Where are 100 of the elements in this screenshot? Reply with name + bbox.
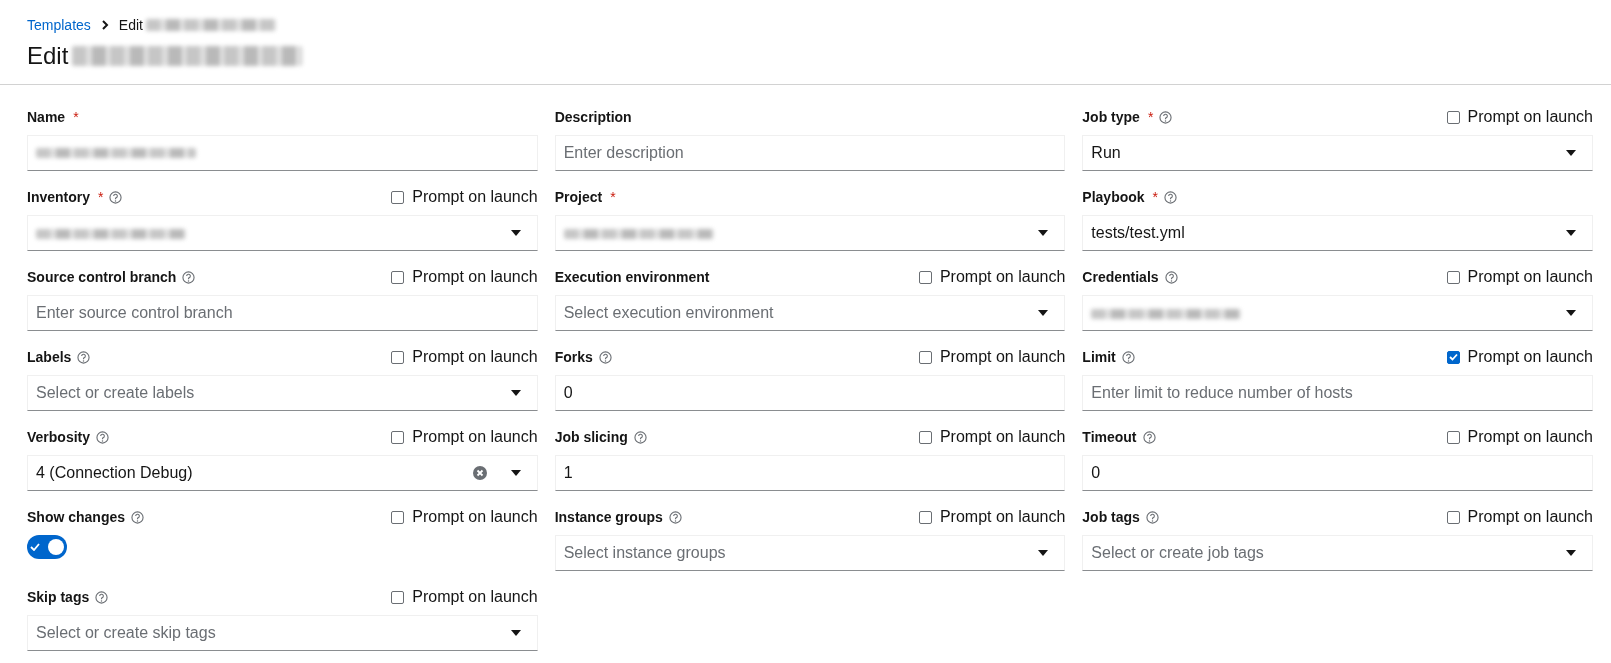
toggle-switch[interactable] — [27, 535, 67, 559]
required-mark: * — [1147, 109, 1154, 125]
checkbox-label: Prompt on launch — [1467, 508, 1593, 526]
checkbox-label: Prompt on launch — [939, 428, 1066, 446]
select-placeholder: Select instance groups — [563, 544, 727, 562]
caret-down-icon — [1566, 150, 1576, 156]
checkbox-label: Prompt on launch — [939, 268, 1066, 286]
select-placeholder: Select or create job tags — [1091, 544, 1265, 562]
clear-icon[interactable] — [472, 466, 487, 480]
select-field[interactable] — [1082, 295, 1593, 331]
field-label: Description — [554, 109, 632, 125]
help-icon[interactable] — [131, 510, 145, 524]
caret-down-icon — [1566, 230, 1576, 236]
text-field[interactable]: 0 — [1082, 455, 1593, 491]
checkbox[interactable] — [918, 510, 932, 524]
required-mark: * — [610, 189, 616, 205]
checkbox-label: Prompt on launch — [1467, 428, 1593, 446]
field-label: Source control branch — [27, 269, 177, 285]
help-icon[interactable] — [1145, 510, 1159, 524]
field-label: Timeout — [1082, 429, 1137, 445]
checkbox[interactable] — [391, 350, 405, 364]
checkbox[interactable] — [1446, 270, 1460, 284]
checkbox[interactable] — [918, 430, 932, 444]
select-field[interactable]: tests/test.yml — [1082, 215, 1593, 251]
help-icon[interactable] — [633, 430, 647, 444]
field-label: Job tags — [1082, 509, 1140, 525]
select-field[interactable]: Select or create labels — [27, 375, 538, 411]
caret-down-icon — [510, 630, 521, 636]
help-icon[interactable] — [1142, 430, 1156, 444]
caret-down-icon — [510, 230, 521, 236]
checkbox-label: Prompt on launch — [412, 268, 538, 286]
checkbox[interactable] — [1446, 430, 1460, 444]
help-icon[interactable] — [109, 190, 123, 204]
checkbox[interactable] — [918, 270, 932, 284]
select-value: 4 (Connection Debug) — [36, 464, 194, 482]
help-icon[interactable] — [598, 350, 612, 364]
caret-down-icon — [1038, 310, 1049, 316]
text-field[interactable]: Enter source control branch — [27, 295, 538, 331]
field-label: Skip tags — [27, 589, 90, 605]
caret-down-icon — [1038, 550, 1049, 556]
select-field[interactable]: Select instance groups — [554, 535, 1066, 571]
checkbox-label: Prompt on launch — [412, 348, 538, 366]
field-label: Project — [554, 189, 603, 205]
help-icon[interactable] — [95, 590, 109, 604]
help-icon[interactable] — [77, 350, 91, 364]
select-field[interactable]: Run — [1082, 135, 1593, 171]
field-label: Execution environment — [554, 269, 710, 285]
select-placeholder: Select or create labels — [36, 384, 196, 402]
field-label: Job slicing — [554, 429, 628, 445]
help-icon[interactable] — [96, 430, 110, 444]
caret-down-icon — [510, 390, 521, 396]
field-label: Verbosity — [27, 429, 91, 445]
checkbox-label: Prompt on launch — [1467, 268, 1593, 286]
caret-down-icon — [1566, 550, 1576, 556]
field-label: Limit — [1082, 349, 1116, 365]
text-field[interactable]: 1 — [554, 455, 1066, 491]
select-field[interactable]: Select execution environment — [554, 295, 1066, 331]
checkbox-label: Prompt on launch — [412, 508, 538, 526]
help-icon[interactable] — [182, 270, 196, 284]
check-icon — [30, 543, 40, 551]
required-mark: * — [1152, 189, 1159, 205]
checkbox-label: Prompt on launch — [412, 188, 538, 206]
select-placeholder: Select execution environment — [563, 304, 775, 322]
chevron-right-icon — [100, 20, 109, 30]
help-icon[interactable] — [668, 510, 682, 524]
field-label: Credentials — [1082, 269, 1159, 285]
checkbox[interactable] — [391, 430, 405, 444]
field-label: Forks — [554, 349, 593, 365]
select-field[interactable] — [27, 215, 538, 251]
checkbox-label: Prompt on launch — [412, 428, 538, 446]
field-label: Inventory — [27, 189, 90, 205]
select-field[interactable]: Select or create skip tags — [27, 615, 538, 651]
help-icon[interactable] — [1164, 190, 1178, 204]
checkbox[interactable] — [1446, 110, 1460, 124]
checkbox-label: Prompt on launch — [1467, 108, 1593, 126]
checkbox[interactable] — [391, 510, 405, 524]
select-field[interactable]: 4 (Connection Debug) — [27, 455, 538, 491]
help-icon[interactable] — [1121, 350, 1135, 364]
checkbox[interactable] — [391, 190, 405, 204]
field-label: Playbook — [1082, 189, 1145, 205]
caret-down-icon — [510, 470, 521, 476]
checkbox[interactable] — [1446, 350, 1460, 364]
text-field[interactable]: Enter limit to reduce number of hosts — [1082, 375, 1593, 411]
checkbox-label: Prompt on launch — [412, 588, 538, 606]
field-label: Job type — [1082, 109, 1140, 125]
help-icon[interactable] — [1159, 110, 1173, 124]
text-field[interactable]: Enter description — [554, 135, 1066, 171]
caret-down-icon — [1566, 310, 1576, 316]
checkbox[interactable] — [918, 350, 932, 364]
text-field[interactable] — [27, 135, 538, 171]
select-field[interactable]: Select or create job tags — [1082, 535, 1593, 571]
breadcrumb-link[interactable]: Templates — [27, 17, 91, 33]
checkbox[interactable] — [1446, 510, 1460, 524]
checkbox[interactable] — [391, 590, 405, 604]
checkbox[interactable] — [391, 270, 405, 284]
select-field[interactable] — [554, 215, 1066, 251]
text-field[interactable]: 0 — [554, 375, 1066, 411]
required-mark: * — [73, 109, 79, 125]
help-icon[interactable] — [1164, 270, 1178, 284]
page-title: Edit — [27, 42, 69, 70]
